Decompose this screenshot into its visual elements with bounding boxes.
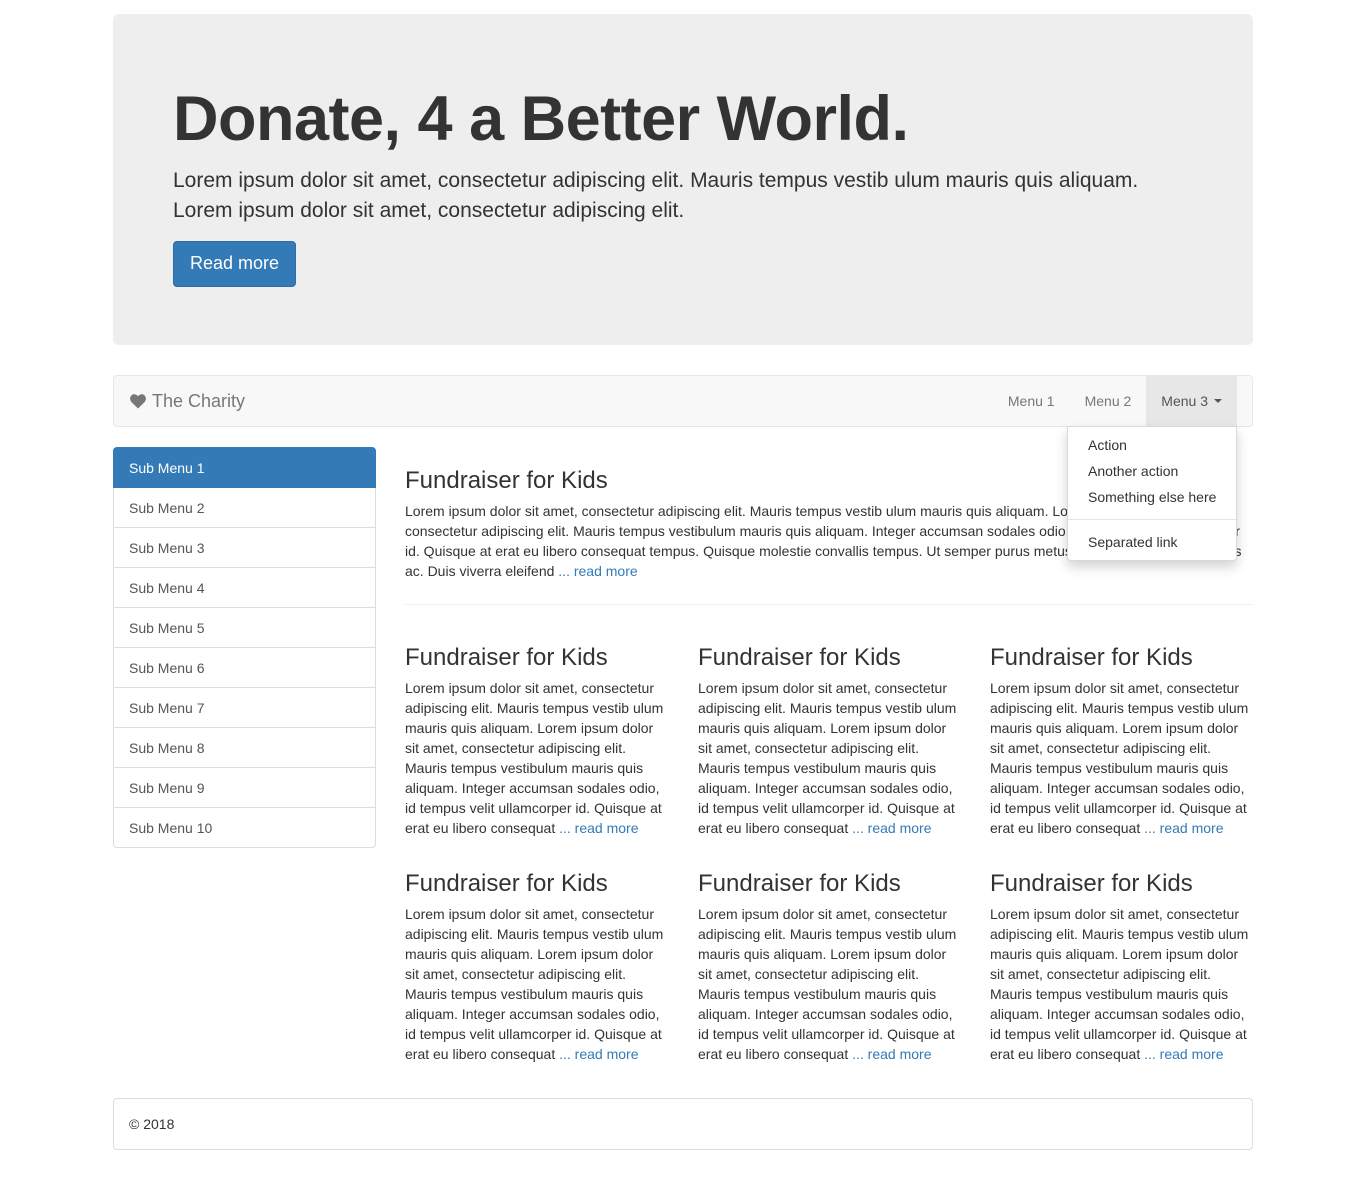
nav-menu: Menu 1 Menu 2 Menu 3 [993, 376, 1237, 426]
sidebar-item-sub-menu-5[interactable]: Sub Menu 5 [113, 607, 376, 648]
card-title: Fundraiser for Kids [990, 870, 1193, 897]
card-ellipsis: ... [559, 1046, 571, 1062]
sidebar-item-sub-menu-7[interactable]: Sub Menu 7 [113, 687, 376, 728]
card-title: Fundraiser for Kids [698, 644, 901, 671]
brand-label: The Charity [152, 390, 246, 411]
hero-jumbotron: Donate, 4 a Better World. Lorem ipsum do… [113, 14, 1253, 345]
featured-link-label: read more [573, 563, 638, 579]
nav-item-menu-3-label: Menu 3 [1161, 393, 1208, 409]
card-body: Lorem ipsum dolor sit amet, consectetur … [405, 678, 668, 838]
card-text: Lorem ipsum dolor sit amet, consectetur … [405, 906, 664, 1062]
nav-item-menu-3[interactable]: Menu 3 [1146, 376, 1237, 426]
dropdown-divider [1068, 519, 1236, 520]
card-ellipsis: ... [852, 1046, 864, 1062]
sidebar-item-sub-menu-2[interactable]: Sub Menu 2 [113, 487, 376, 528]
card-read-more-link[interactable]: ... read more [1144, 820, 1223, 836]
read-more-button[interactable]: Read more [173, 241, 297, 287]
card-title: Fundraiser for Kids [990, 644, 1193, 671]
dropdown-item-something-else[interactable]: Something else here [1068, 484, 1236, 510]
card-link-label: read more [1159, 820, 1224, 836]
card-body: Lorem ipsum dolor sit amet, consectetur … [698, 904, 961, 1064]
navbar-brand[interactable]: The Charity [130, 376, 245, 426]
sidebar-list-group: Sub Menu 1 Sub Menu 2 Sub Menu 3 Sub Men… [113, 447, 376, 848]
card-link-label: read more [574, 1046, 639, 1062]
card-text: Lorem ipsum dolor sit amet, consectetur … [698, 680, 957, 836]
dropdown-item-action[interactable]: Action [1068, 432, 1236, 458]
sidebar-item-sub-menu-9[interactable]: Sub Menu 9 [113, 767, 376, 808]
menu-3-dropdown: Action Another action Something else her… [1067, 426, 1237, 561]
card-read-more-link[interactable]: ... read more [852, 1046, 931, 1062]
card-body: Lorem ipsum dolor sit amet, consectetur … [405, 904, 668, 1064]
featured-read-more-link[interactable]: ... read more [558, 563, 637, 579]
card-link-label: read more [867, 820, 932, 836]
copyright-text: © 2018 [129, 1116, 175, 1132]
hero-title: Donate, 4 a Better World. [173, 84, 909, 154]
article-card: Fundraiser for Kids Lorem ipsum dolor si… [698, 869, 961, 1064]
article-card: Fundraiser for Kids Lorem ipsum dolor si… [990, 869, 1253, 1064]
card-ellipsis: ... [1144, 1046, 1156, 1062]
nav-item-menu-2[interactable]: Menu 2 [1070, 376, 1147, 426]
card-title: Fundraiser for Kids [405, 644, 608, 671]
card-text: Lorem ipsum dolor sit amet, consectetur … [990, 680, 1249, 836]
card-ellipsis: ... [559, 820, 571, 836]
card-body: Lorem ipsum dolor sit amet, consectetur … [698, 678, 961, 838]
nav-item-menu-1[interactable]: Menu 1 [993, 376, 1070, 426]
card-title: Fundraiser for Kids [698, 870, 901, 897]
navbar: The Charity Menu 1 Menu 2 Menu 3 [113, 375, 1253, 427]
article-card: Fundraiser for Kids Lorem ipsum dolor si… [405, 869, 668, 1064]
card-text: Lorem ipsum dolor sit amet, consectetur … [405, 680, 664, 836]
sidebar-item-sub-menu-1[interactable]: Sub Menu 1 [113, 447, 376, 488]
card-title: Fundraiser for Kids [405, 870, 608, 897]
card-link-label: read more [867, 1046, 932, 1062]
card-body: Lorem ipsum dolor sit amet, consectetur … [990, 904, 1253, 1064]
card-read-more-link[interactable]: ... read more [1144, 1046, 1223, 1062]
featured-ellipsis: ... [558, 563, 570, 579]
card-read-more-link[interactable]: ... read more [559, 820, 638, 836]
dropdown-item-another-action[interactable]: Another action [1068, 458, 1236, 484]
card-body: Lorem ipsum dolor sit amet, consectetur … [990, 678, 1253, 838]
sidebar-item-sub-menu-6[interactable]: Sub Menu 6 [113, 647, 376, 688]
card-link-label: read more [1159, 1046, 1224, 1062]
card-text: Lorem ipsum dolor sit amet, consectetur … [990, 906, 1249, 1062]
article-card: Fundraiser for Kids Lorem ipsum dolor si… [405, 643, 668, 838]
footer: © 2018 [113, 1098, 1253, 1150]
content-divider [405, 604, 1253, 605]
hero-lead: Lorem ipsum dolor sit amet, consectetur … [173, 169, 1139, 223]
caret-down-icon [1214, 399, 1222, 403]
article-card: Fundraiser for Kids Lorem ipsum dolor si… [990, 643, 1253, 838]
card-ellipsis: ... [1144, 820, 1156, 836]
sidebar-item-sub-menu-3[interactable]: Sub Menu 3 [113, 527, 376, 568]
sidebar-item-sub-menu-8[interactable]: Sub Menu 8 [113, 727, 376, 768]
dropdown-item-separated-link[interactable]: Separated link [1068, 529, 1236, 555]
card-read-more-link[interactable]: ... read more [852, 820, 931, 836]
article-card: Fundraiser for Kids Lorem ipsum dolor si… [698, 643, 961, 838]
card-link-label: read more [574, 820, 639, 836]
card-text: Lorem ipsum dolor sit amet, consectetur … [698, 906, 957, 1062]
card-read-more-link[interactable]: ... read more [559, 1046, 638, 1062]
sidebar-item-sub-menu-10[interactable]: Sub Menu 10 [113, 807, 376, 848]
heart-icon [130, 393, 146, 409]
card-ellipsis: ... [852, 820, 864, 836]
sidebar-item-sub-menu-4[interactable]: Sub Menu 4 [113, 567, 376, 608]
